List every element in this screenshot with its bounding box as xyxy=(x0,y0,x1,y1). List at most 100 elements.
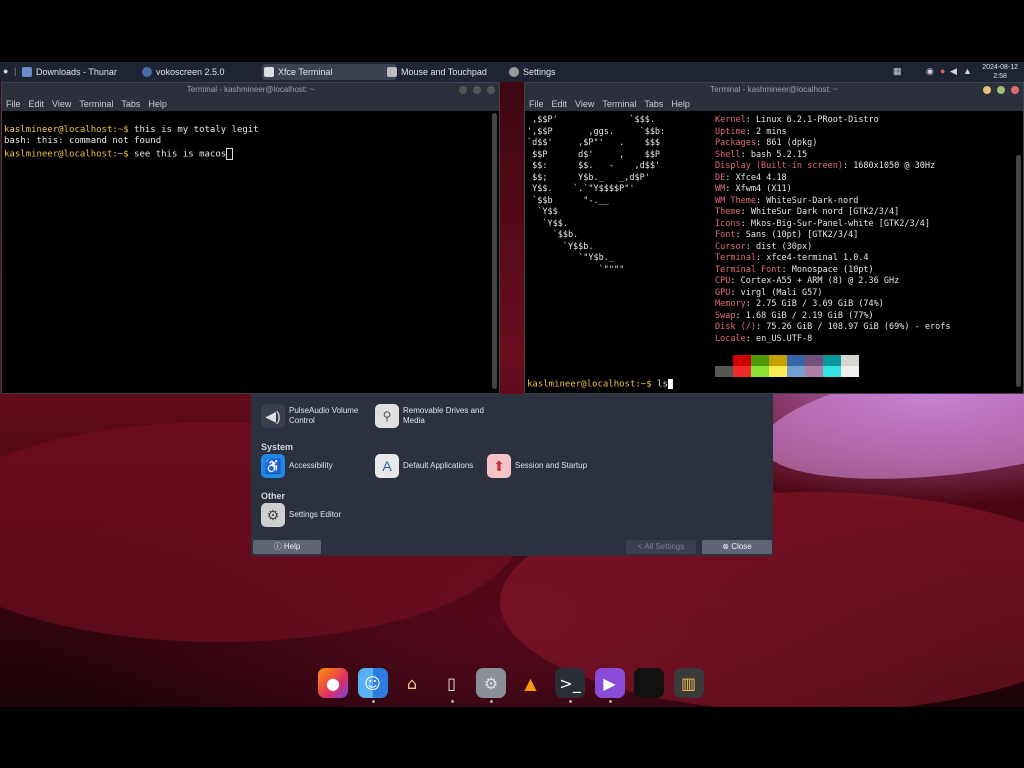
info-key: Kernel xyxy=(715,115,746,125)
separator-icon: | xyxy=(14,66,17,76)
menu-view[interactable]: View xyxy=(575,99,594,109)
running-indicator xyxy=(569,700,572,703)
folder-icon xyxy=(22,67,32,77)
finder-icon[interactable]: ☺ xyxy=(357,668,388,698)
taskbar-item-mouse[interactable]: Mouse and Touchpad xyxy=(385,64,511,80)
mouse-icon xyxy=(387,67,397,77)
menu-file[interactable]: File xyxy=(529,99,544,109)
menu-help[interactable]: Help xyxy=(148,99,167,109)
settings-manager-window: ◀) PulseAudio Volume Control ⚲ Removable… xyxy=(251,394,773,556)
logo-line: `$$b. xyxy=(527,230,579,240)
terminal-icon[interactable]: >_ xyxy=(555,668,585,698)
settings-item-session-startup[interactable]: ⬆ Session and Startup xyxy=(487,454,597,478)
info-value: 861 (dpkg) xyxy=(766,138,818,148)
dock: ● ☺ ⌂ ▯ ⚙ ▲ >_ ▶ ▥ xyxy=(310,662,710,704)
info-separator: : xyxy=(755,253,767,263)
minimize-button[interactable] xyxy=(983,86,991,94)
right-terminal-output[interactable]: ,$$P' `$$$. ',$$P ,ggs. `$$b: `d$$' ,$P"' … xyxy=(525,111,1023,391)
speaker-icon: ◀) xyxy=(261,404,285,428)
menu-tabs[interactable]: Tabs xyxy=(644,99,663,109)
info-key: WM xyxy=(715,184,726,194)
volume-icon[interactable]: ◀ xyxy=(950,66,957,77)
notification-icon[interactable]: ▲ xyxy=(963,66,972,76)
close-button[interactable]: ⊗ Close xyxy=(702,540,772,554)
clock[interactable]: 2024-08-12 2:58 xyxy=(982,63,1018,81)
blank-app-icon[interactable] xyxy=(634,668,664,698)
info-row: Disk (/): 75.26 GiB / 108.97 GiB (69%) -… xyxy=(715,322,950,334)
logo-line: Y$$. `.`"Y$$$$P"' xyxy=(527,184,635,194)
info-separator: : xyxy=(781,264,792,275)
info-key: WM Theme xyxy=(715,195,756,206)
left-terminal-window: Terminal - kashmineer@localhost: ~ File E… xyxy=(1,82,500,394)
logo-line: ',$$P ,ggs. `$$b: xyxy=(527,126,666,137)
settings-item-accessibility[interactable]: ♿ Accessibility xyxy=(261,454,371,478)
info-value: dist (30px) xyxy=(755,241,813,252)
help-button[interactable]: ⓘ Help xyxy=(253,540,321,554)
video-recorder-icon[interactable]: ▶ xyxy=(594,668,625,698)
all-settings-button[interactable]: < All Settings xyxy=(626,540,696,554)
info-separator: : xyxy=(730,287,741,298)
settings-item-pulseaudio[interactable]: ◀) PulseAudio Volume Control xyxy=(261,404,371,428)
info-key: Cursor xyxy=(715,241,746,252)
home-folder-icon[interactable]: ⌂ xyxy=(397,668,427,698)
settings-item-removable-drives[interactable]: ⚲ Removable Drives and Media xyxy=(375,404,485,428)
menu-view[interactable]: View xyxy=(52,99,71,109)
close-icon: ⊗ xyxy=(722,542,732,551)
info-row: Terminal: xfce4-terminal 1.0.4 xyxy=(715,253,950,265)
menu-terminal[interactable]: Terminal xyxy=(79,99,113,109)
menu-tabs[interactable]: Tabs xyxy=(121,99,140,109)
info-separator: : xyxy=(755,138,767,148)
mouse-icon[interactable]: ▯ xyxy=(437,668,467,698)
right-terminal-window: Terminal - kashmineer@localhost: ~ File E… xyxy=(524,82,1024,394)
info-value: 1680x1050 @ 30Hz xyxy=(853,161,936,171)
firefox-icon[interactable]: ● xyxy=(318,668,348,698)
maximize-button[interactable] xyxy=(473,86,481,94)
settings-icon[interactable]: ⚙ xyxy=(476,668,506,698)
microphone-icon[interactable]: ● xyxy=(940,66,945,76)
info-separator: : xyxy=(745,333,756,344)
vlc-icon[interactable]: ▲ xyxy=(516,668,546,698)
keyboard-icon[interactable]: ▦ xyxy=(893,66,902,77)
scrollbar[interactable] xyxy=(1016,155,1021,387)
fastfetch-info: Kernel: Linux 6.2.1-PRoot-Distro Uptime: … xyxy=(713,113,952,347)
info-separator: : xyxy=(740,207,751,217)
window-close-button[interactable] xyxy=(487,86,495,94)
scrollbar[interactable] xyxy=(492,113,497,389)
info-key: Display (Built-in screen) xyxy=(715,161,843,171)
info-row: Packages: 861 (dpkg) xyxy=(715,138,950,150)
menu-edit[interactable]: Edit xyxy=(552,99,568,109)
color-swatch xyxy=(715,366,733,377)
taskbar-item-settings[interactable]: Settings xyxy=(507,64,603,80)
taskbar-item-terminal[interactable]: Xfce Terminal xyxy=(262,64,396,80)
menu-help[interactable]: Help xyxy=(671,99,690,109)
settings-item-default-applications[interactable]: A Default Applications xyxy=(375,454,485,478)
usb-icon: ⚲ xyxy=(375,404,399,428)
menu-file[interactable]: File xyxy=(6,99,21,109)
terminal-line: kaslmineer@localhost:~$ see this is maco… xyxy=(4,147,497,161)
info-separator: : xyxy=(745,299,756,309)
color-swatch xyxy=(823,366,841,377)
info-separator: : xyxy=(735,310,746,321)
left-terminal-output[interactable]: kaslmineer@localhost:~$ this is my total… xyxy=(2,111,499,186)
info-key: Icons xyxy=(715,218,741,229)
apple-menu-icon[interactable]: ● xyxy=(3,66,8,76)
info-separator: : xyxy=(745,241,756,252)
running-indicator xyxy=(608,700,612,703)
accessibility-icon: ♿ xyxy=(261,454,285,478)
settings-item-settings-editor[interactable]: ⚙ Settings Editor xyxy=(261,503,371,527)
info-separator: : xyxy=(735,230,746,240)
minimize-button[interactable] xyxy=(459,86,467,94)
info-key: Terminal Font xyxy=(715,264,782,275)
maximize-button[interactable] xyxy=(997,86,1005,94)
right-terminal-titlebar[interactable]: Terminal - kashmineer@localhost: ~ xyxy=(525,83,1023,97)
taskbar-item-thunar[interactable]: Downloads - Thunar xyxy=(20,64,146,80)
network-icon[interactable]: ◉ xyxy=(926,66,934,77)
file-manager-icon[interactable]: ▥ xyxy=(673,668,704,698)
menu-terminal[interactable]: Terminal xyxy=(602,99,636,109)
window-close-button[interactable] xyxy=(1011,86,1019,94)
color-swatch xyxy=(769,366,787,377)
left-terminal-titlebar[interactable]: Terminal - kashmineer@localhost: ~ xyxy=(2,83,499,97)
menu-edit[interactable]: Edit xyxy=(29,99,45,109)
taskbar-item-vokoscreen[interactable]: vokoscreen 2.5.0 xyxy=(140,64,266,80)
info-value: Sans (10pt) [GTK2/3/4] xyxy=(745,230,859,240)
